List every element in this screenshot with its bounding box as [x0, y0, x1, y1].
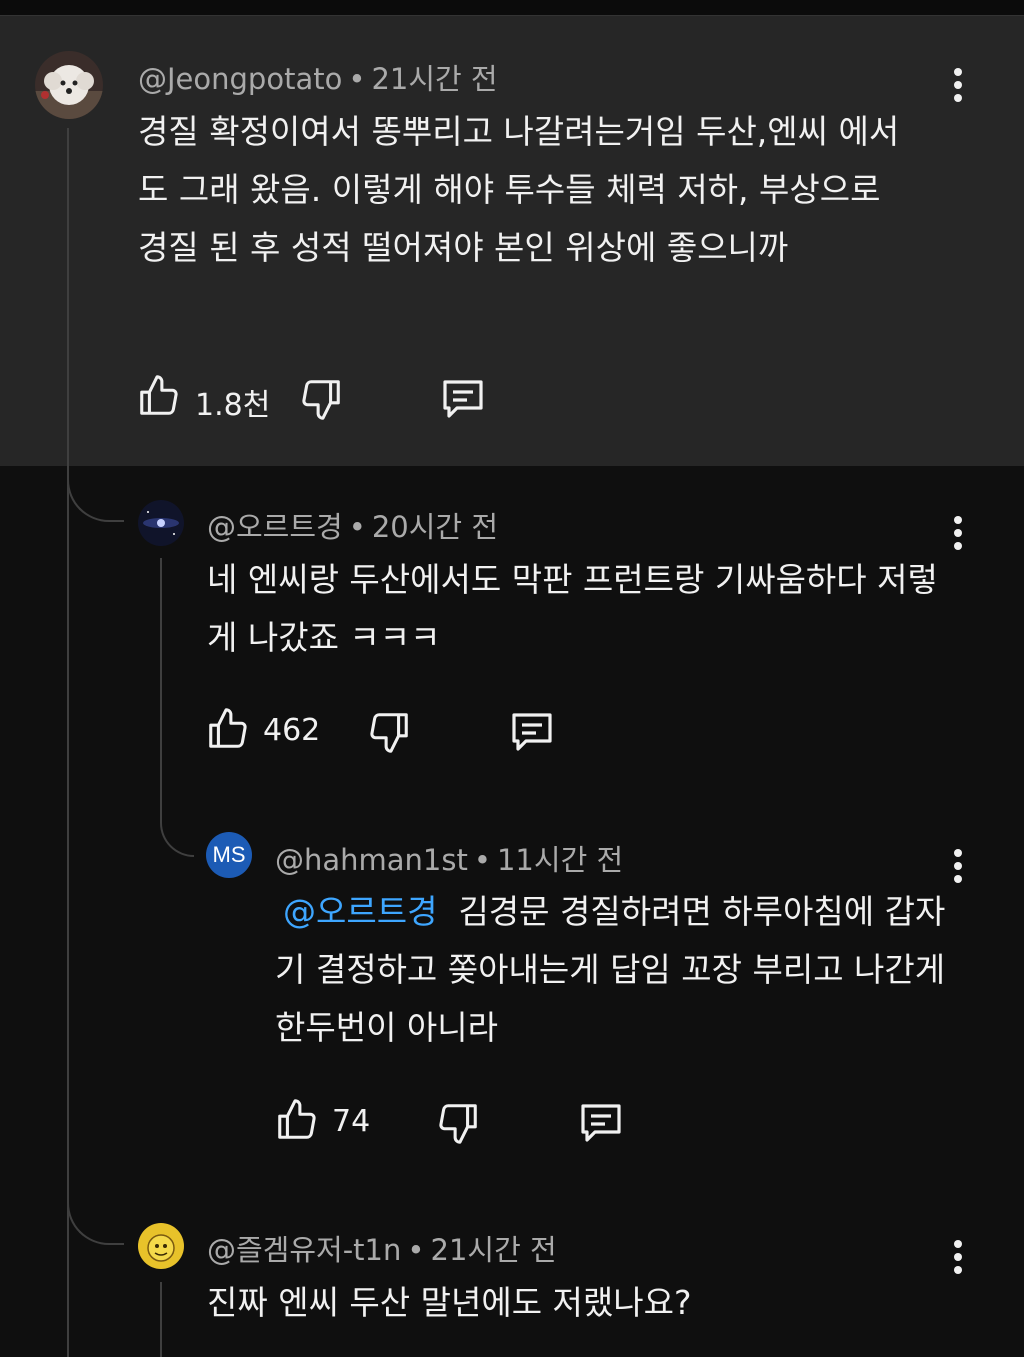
- like-count: 74: [332, 1104, 371, 1139]
- meta-separator: •: [348, 510, 366, 544]
- comment-meta: @Jeongpotato • 21시간 전: [138, 56, 498, 98]
- meta-separator: •: [348, 62, 366, 96]
- comment-author[interactable]: @즐겜유저-t1n: [207, 1233, 401, 1267]
- dislike-icon[interactable]: [298, 376, 344, 426]
- comment-time[interactable]: 11시간 전: [497, 843, 623, 877]
- comment-author[interactable]: @hahman1st: [275, 843, 468, 877]
- dog-photo-avatar-icon: [35, 51, 103, 119]
- dislike-icon[interactable]: [435, 1100, 481, 1150]
- reply-icon[interactable]: [576, 1098, 626, 1150]
- avatar[interactable]: [138, 500, 184, 546]
- meta-separator: •: [473, 843, 491, 877]
- comment-time[interactable]: 21시간 전: [431, 1233, 557, 1267]
- comment-text: 진짜 엔씨 두산 말년에도 저랬나요?: [207, 1283, 692, 1322]
- top-divider: [0, 0, 1024, 16]
- thread-line-main: [67, 128, 69, 1357]
- comment-meta: @즐겜유저-t1n • 21시간 전: [207, 1227, 557, 1269]
- mention-link[interactable]: @오르트경: [283, 892, 437, 931]
- dislike-icon[interactable]: [366, 709, 412, 759]
- comment-text: 네 엔씨랑 두산에서도 막판 프런트랑 기싸움하다 저렇게 나갔죠 ㅋㅋㅋ: [207, 560, 938, 657]
- like-icon[interactable]: [274, 1097, 320, 1147]
- avatar-initials: MS: [212, 842, 246, 867]
- thread-connector-2: [160, 810, 194, 857]
- like-count: 462: [263, 713, 321, 748]
- like-count: 1.8천: [195, 388, 271, 423]
- yellow-character-avatar-icon: [138, 1223, 184, 1269]
- more-vert-icon[interactable]: [951, 516, 965, 556]
- comment-time[interactable]: 21시간 전: [371, 62, 497, 96]
- galaxy-avatar-icon: [138, 500, 184, 546]
- comment-text: @오르트경 김경문 경질하려면 하루아침에 갑자기 결정하고 쫒아내는게 답임 …: [275, 883, 955, 1057]
- thread-line-sub: [160, 558, 162, 818]
- comment-time[interactable]: 20시간 전: [372, 510, 498, 544]
- avatar[interactable]: MS: [206, 832, 252, 878]
- comment-text: 경질 확정이여서 똥뿌리고 나갈려는거임 두산,엔씨 에서도 그래 왔음. 이렇…: [138, 112, 900, 267]
- more-vert-icon[interactable]: [951, 68, 965, 108]
- avatar[interactable]: [35, 51, 103, 119]
- thread-line-sub-2: [160, 1282, 162, 1357]
- reply-icon[interactable]: [507, 707, 557, 759]
- comment-meta: @오르트경 • 20시간 전: [207, 504, 498, 546]
- meta-separator: •: [407, 1233, 425, 1267]
- comment-meta: @hahman1st • 11시간 전: [275, 837, 623, 879]
- avatar[interactable]: [138, 1223, 184, 1269]
- more-vert-icon[interactable]: [951, 1240, 965, 1280]
- reply-icon[interactable]: [438, 374, 488, 426]
- comment-author[interactable]: @오르트경: [207, 510, 343, 544]
- like-icon[interactable]: [205, 706, 251, 756]
- thread-connector-1: [67, 475, 124, 522]
- like-icon[interactable]: [136, 373, 182, 423]
- thread-connector-3: [67, 1198, 124, 1245]
- comment-author[interactable]: @Jeongpotato: [138, 62, 342, 96]
